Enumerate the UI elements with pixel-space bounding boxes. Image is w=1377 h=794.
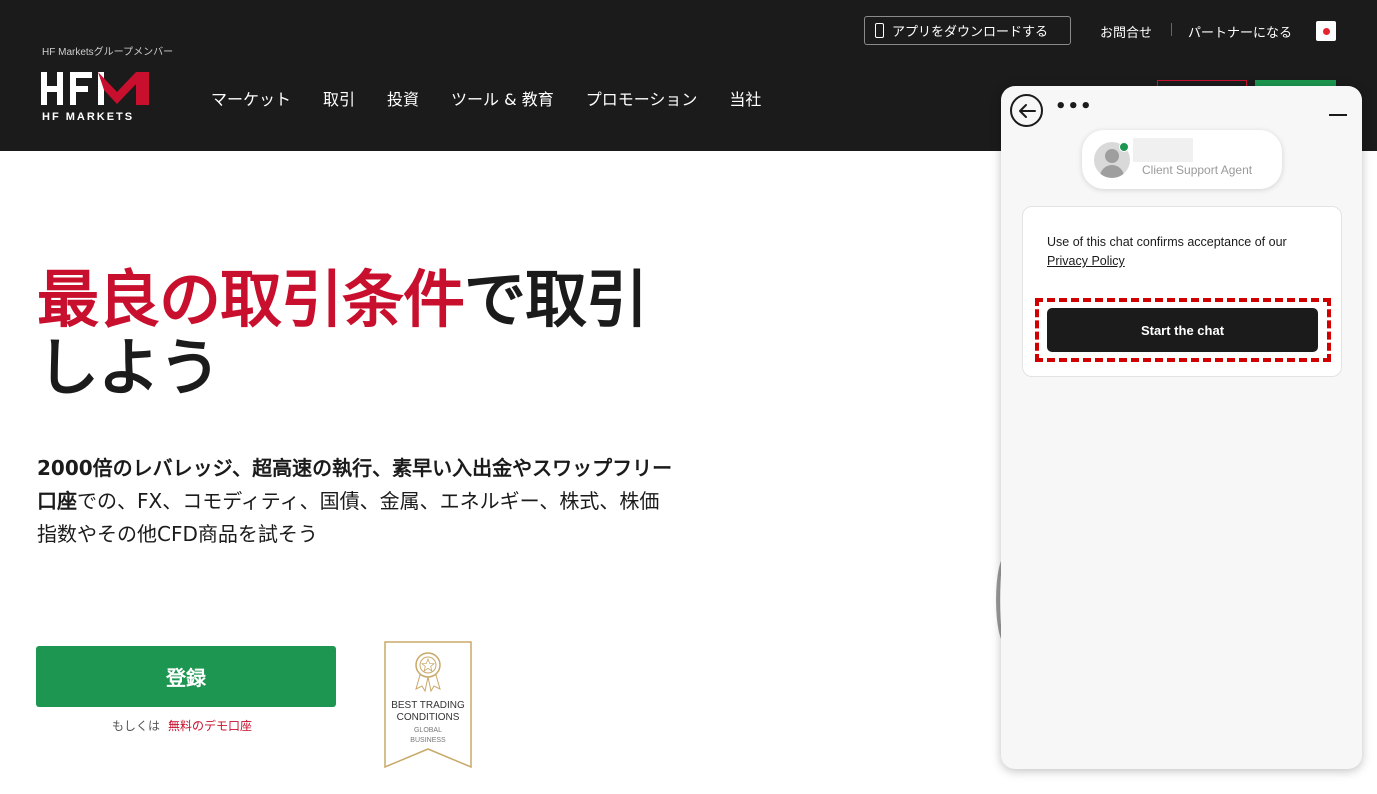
demo-line: もしくは 無料のデモ口座	[112, 717, 252, 734]
app-download-button[interactable]: アプリをダウンロードする	[864, 16, 1071, 45]
online-status-icon	[1119, 142, 1129, 152]
or-label: もしくは	[112, 719, 161, 733]
phone-icon	[875, 23, 884, 38]
demo-account-link[interactable]: 無料のデモ口座	[168, 719, 252, 733]
logo-subtitle: HF MARKETS	[42, 111, 135, 123]
back-button[interactable]	[1010, 94, 1043, 127]
hero-title: 最良の取引条件で取引しよう	[37, 266, 687, 402]
more-options-button[interactable]: •••	[1055, 96, 1093, 117]
consent-card: Use of this chat confirms acceptance of …	[1022, 206, 1342, 377]
partner-link[interactable]: パートナーになる	[1188, 22, 1292, 41]
hero-description: 2000倍のレバレッジ、超高速の執行、素早い入出金やスワップフリー口座での、FX…	[37, 452, 677, 551]
nav-tools-education[interactable]: ツール & 教育	[451, 86, 554, 110]
hero-desc-rest: での、FX、コモディティ、国債、金属、エネルギー、株式、株価指数やその他CFD商…	[37, 489, 660, 546]
app-download-label: アプリをダウンロードする	[892, 25, 1049, 40]
badge-line1: BEST TRADING	[391, 700, 465, 711]
agent-role: Client Support Agent	[1142, 163, 1253, 177]
privacy-policy-link[interactable]: Privacy Policy	[1047, 254, 1125, 268]
badge-line4: BUSINESS	[410, 737, 446, 744]
japan-flag-icon[interactable]	[1316, 21, 1336, 41]
consent-message: Use of this chat confirms acceptance of …	[1047, 235, 1287, 249]
nav-company[interactable]: 当社	[729, 86, 761, 110]
arrow-left-icon	[1018, 103, 1036, 118]
award-badge-text: BEST TRADING CONDITIONS GLOBAL BUSINESS	[384, 700, 472, 746]
group-member-label: HF Marketsグループメンバー	[42, 47, 174, 58]
badge-line2: CONDITIONS	[396, 712, 460, 723]
nav-markets[interactable]: マーケット	[211, 86, 291, 110]
divider	[1171, 23, 1172, 36]
nav-investing[interactable]: 投資	[387, 86, 419, 110]
minimize-button[interactable]	[1329, 114, 1347, 116]
agent-card: Client Support Agent	[1082, 130, 1282, 189]
main-nav: マーケット 取引 投資 ツール & 教育 プロモーション 当社	[211, 86, 793, 110]
badge-line3: GLOBAL	[413, 727, 442, 734]
nav-trading[interactable]: 取引	[323, 86, 355, 110]
hero-title-highlight: 最良の取引条件	[37, 263, 465, 336]
agent-name-placeholder	[1133, 138, 1193, 162]
nav-promotions[interactable]: プロモーション	[586, 86, 698, 110]
chat-widget: ••• Client Support Agent Use of this cha…	[1001, 86, 1362, 769]
signup-button[interactable]: 登録	[36, 646, 336, 707]
consent-text: Use of this chat confirms acceptance of …	[1047, 233, 1337, 271]
start-chat-button[interactable]: Start the chat	[1047, 308, 1318, 352]
contact-link[interactable]: お問合せ	[1100, 22, 1152, 41]
